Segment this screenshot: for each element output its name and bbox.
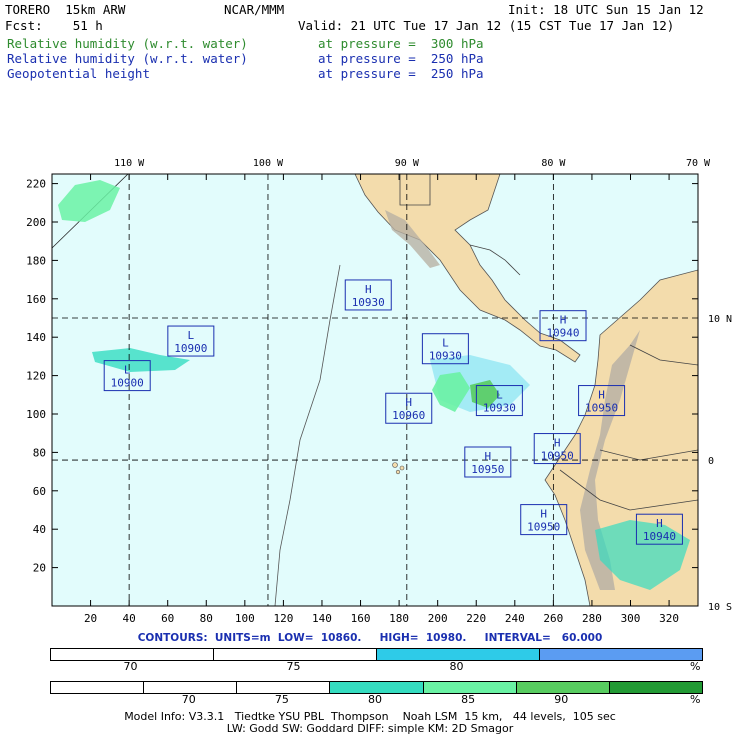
contour-label: CONTOURS:	[137, 632, 208, 644]
legend-tick-label: 70	[181, 693, 196, 706]
y-tick-label: 200	[26, 216, 46, 229]
x-tick-label: 260	[543, 612, 563, 625]
latitude-label: 10 N	[708, 314, 732, 325]
legend-tick-label: %	[690, 693, 701, 706]
y-tick-label: 140	[26, 331, 46, 344]
x-tick-label: 20	[84, 612, 97, 625]
legend-swatch	[50, 681, 145, 694]
valid-time: Valid: 21 UTC Tue 17 Jan 12 (15 CST Tue …	[298, 18, 675, 33]
legend-tick-label: 90	[554, 693, 569, 706]
pressure-center-type: L	[124, 364, 131, 377]
y-tick-label: 120	[26, 370, 46, 383]
pressure-center-value: 10930	[352, 296, 385, 309]
organization: NCAR/MMM	[224, 2, 285, 17]
y-tick-label: 80	[33, 446, 46, 459]
y-tick-label: 20	[33, 562, 46, 575]
pressure-center-value: 10950	[527, 521, 560, 534]
latitude-label: 10 S	[708, 602, 732, 613]
legend-tick-label: 80	[449, 660, 464, 673]
legend-tick-label: 80	[368, 693, 382, 706]
legend-swatch	[539, 648, 703, 661]
x-tick-label: 280	[582, 612, 602, 625]
field-2-level: at pressure = 250 hPa	[318, 51, 484, 66]
pressure-center-type: L	[496, 389, 503, 402]
pressure-center-type: H	[554, 437, 561, 450]
x-tick-label: 160	[351, 612, 371, 625]
pressure-center-type: H	[405, 396, 412, 409]
y-tick-label: 220	[26, 178, 46, 191]
pressure-center-type: L	[188, 329, 195, 342]
longitude-labels: 110 W 100 W 90 W 80 W 70 W	[114, 158, 711, 169]
x-tick-label: 300	[621, 612, 641, 625]
weather-map: 20 40 60 80 100 120 140 160 180 200 220 240 260 280 30…	[26, 158, 732, 625]
longitude-label: 70 W	[686, 158, 711, 169]
pressure-center-type: H	[560, 314, 567, 327]
galapagos-island	[392, 462, 398, 468]
x-tick-label: 200	[428, 612, 448, 625]
pressure-center-type: L	[442, 337, 449, 350]
pressure-center-value: 10950	[541, 450, 574, 463]
pressure-center-value: 10940	[643, 530, 676, 543]
init-time: Init: 18 UTC Sun 15 Jan 12	[508, 2, 704, 17]
field-1-level: at pressure = 300 hPa	[318, 36, 484, 51]
pressure-center-value: 10900	[174, 342, 207, 355]
contour-high: HIGH= 10980.	[379, 632, 467, 644]
contour-low: LOW= 10860.	[277, 632, 362, 644]
legend-tick-label: 85	[461, 693, 476, 706]
x-tick-label: 220	[466, 612, 486, 625]
pressure-center-value: 10930	[429, 350, 462, 363]
latitude-label: 0	[708, 456, 714, 467]
longitude-label: 100 W	[253, 158, 284, 169]
legend-tick-label: %	[690, 660, 701, 673]
y-tick-label: 60	[33, 485, 46, 498]
x-tick-label: 240	[505, 612, 525, 625]
galapagos-island	[395, 469, 401, 475]
model-name: TORERO 15km ARW	[5, 2, 126, 17]
model-physics: LW: Godd SW: Goddard DIFF: simple KM: 2D…	[226, 722, 514, 735]
galapagos-island	[399, 465, 405, 471]
pressure-center-type: H	[656, 517, 663, 530]
pressure-center-value: 10950	[471, 463, 504, 476]
y-tick-label: 160	[26, 293, 46, 306]
x-tick-label: 140	[312, 612, 332, 625]
x-tick-label: 100	[235, 612, 255, 625]
x-tick-label: 40	[123, 612, 136, 625]
y-tick-label: 180	[26, 254, 46, 267]
legend-tick-label: 75	[274, 693, 289, 706]
y-tick-label: 100	[26, 408, 46, 421]
legend-tick-label: 70	[123, 660, 138, 673]
pressure-center-value: 10930	[483, 402, 516, 415]
pressure-center-type: H	[365, 283, 372, 296]
y-tick-label: 40	[33, 523, 46, 536]
pressure-center-value: 10960	[392, 409, 425, 422]
field-2-name: Relative humidity (w.r.t. water)	[7, 51, 248, 66]
field-3-name: Geopotential height	[7, 66, 150, 81]
contour-units: UNITS=m	[214, 632, 271, 644]
x-tick-label: 120	[273, 612, 293, 625]
latitude-labels: 10 N 0 10 S	[708, 314, 732, 613]
contour-info: CONTOURS: UNITS=m LOW= 10860. HIGH= 1098…	[0, 632, 740, 644]
pressure-center-type: H	[540, 508, 547, 521]
x-tick-label: 320	[659, 612, 679, 625]
longitude-label: 90 W	[395, 158, 420, 169]
pressure-center-value: 10950	[585, 402, 618, 415]
pressure-center-type: H	[484, 450, 491, 463]
pressure-center-value: 10940	[546, 327, 579, 340]
legend-tick-label: 75	[286, 660, 301, 673]
x-tick-label: 180	[389, 612, 409, 625]
pressure-center-type: H	[598, 389, 605, 402]
x-tick-label: 80	[200, 612, 213, 625]
pressure-center-value: 10900	[111, 377, 144, 390]
x-tick-label: 60	[161, 612, 174, 625]
contour-interval: INTERVAL= 60.000	[484, 632, 603, 644]
longitude-label: 80 W	[541, 158, 566, 169]
field-3-level: at pressure = 250 hPa	[318, 66, 484, 81]
field-1-name: Relative humidity (w.r.t. water)	[7, 36, 248, 51]
legend-swatch	[608, 681, 703, 694]
longitude-label: 110 W	[114, 158, 145, 169]
forecast-hour: Fcst: 51 h	[5, 18, 103, 33]
